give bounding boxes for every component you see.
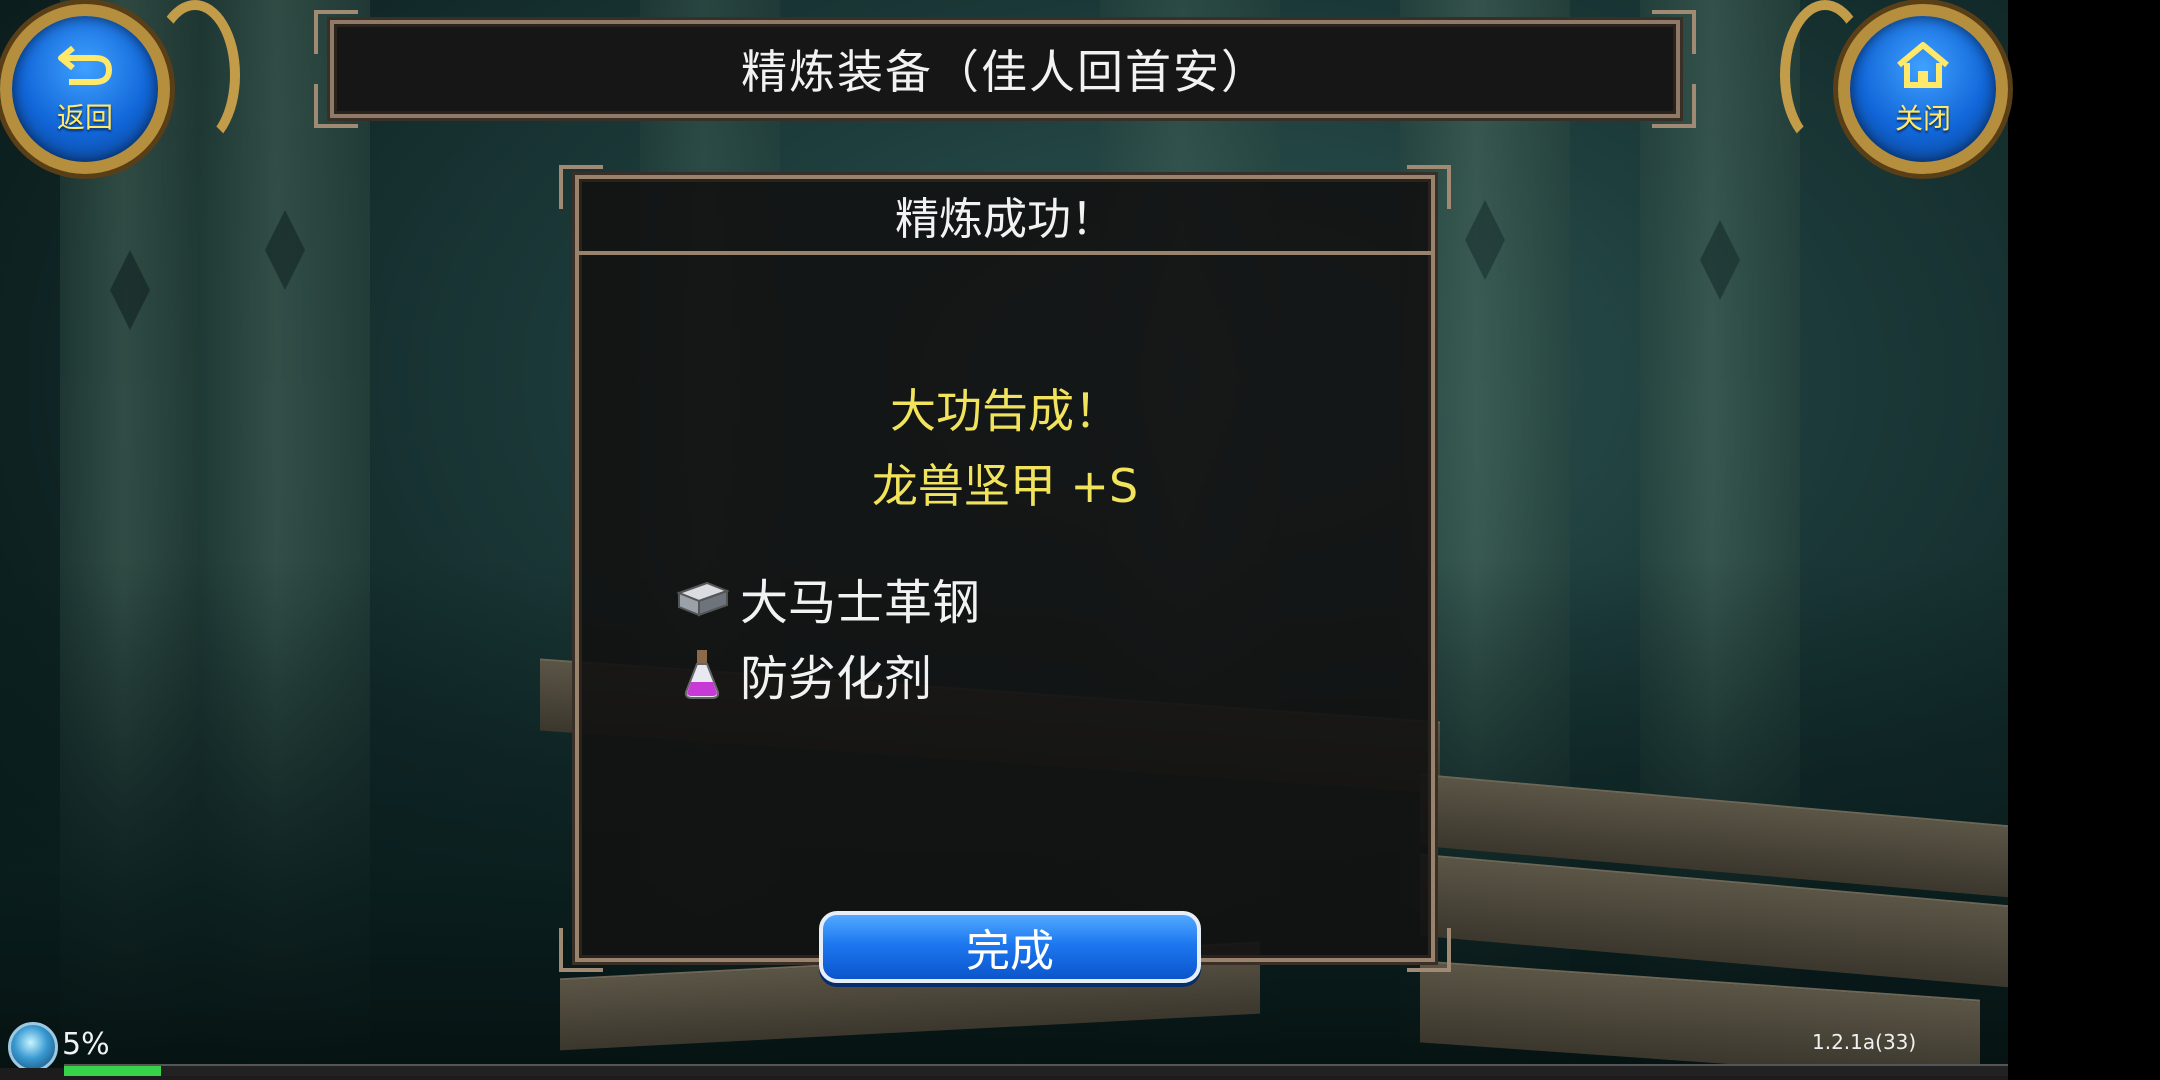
page-title: 精炼装备（佳人回首安） [741,45,1269,99]
home-icon [1895,41,1951,93]
steel-ingot-icon [672,568,732,628]
potion-flask-icon [672,644,732,704]
close-button[interactable]: 关闭 [1838,4,2008,174]
result-item: 龙兽坚甲 +S [871,459,1139,513]
dialog-title: 精炼成功！ [579,179,1431,255]
material-name: 防劣化剂 [740,651,933,707]
version-label: 1.2.1a(33) [1812,1030,1917,1054]
progress-percent: 5% [62,1027,110,1062]
refine-result-dialog: 精炼成功！ 大功告成！ 龙兽坚甲 +S 大马士革钢 防劣化剂 完成 [559,165,1451,983]
material-item: 防劣化剂 [672,639,932,709]
back-button[interactable]: 返回 [0,4,170,174]
material-item: 大马士革钢 [672,563,980,633]
dialog-body: 大功告成！ 龙兽坚甲 +S 大马士革钢 防劣化剂 完成 [579,255,1431,983]
back-button-label: 返回 [56,101,113,134]
material-name: 大马士革钢 [740,575,981,631]
result-message: 大功告成！ [890,384,1120,438]
loading-orb-icon [8,1022,58,1072]
progress-bar [64,1064,2008,1076]
title-bar: 精炼装备（佳人回首安） [314,10,1696,128]
done-button[interactable]: 完成 [819,911,1201,983]
back-arrow-icon [55,42,115,92]
close-button-label: 关闭 [1894,102,1951,135]
progress-bar-fill [64,1066,162,1076]
